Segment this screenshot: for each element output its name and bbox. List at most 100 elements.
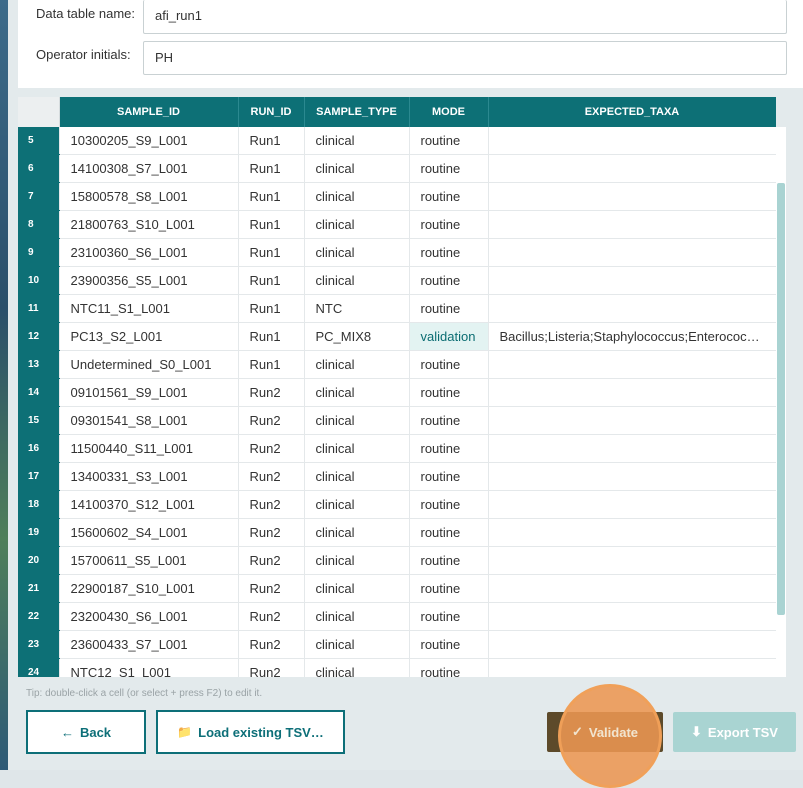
mode-cell[interactable]: routine bbox=[409, 182, 489, 211]
row-number[interactable]: 7 bbox=[18, 182, 60, 211]
sample-id-cell[interactable]: 13400331_S3_L001 bbox=[59, 462, 239, 491]
table-row[interactable]: 14 09101561_S9_L001 Run2 clinical routine bbox=[18, 378, 776, 407]
table-name-input[interactable]: afi_run1 bbox=[143, 0, 787, 34]
sample-type-cell[interactable]: clinical bbox=[304, 490, 410, 519]
validate-button-overlay-text[interactable]: ✓ Validate bbox=[547, 712, 663, 752]
table-row[interactable]: 20 15700611_S5_L001 Run2 clinical routine bbox=[18, 546, 776, 575]
sample-id-cell[interactable]: 23200430_S6_L001 bbox=[59, 602, 239, 631]
sample-type-cell[interactable]: clinical bbox=[304, 210, 410, 239]
sample-type-cell[interactable]: clinical bbox=[304, 518, 410, 547]
mode-cell[interactable]: routine bbox=[409, 602, 489, 631]
sample-id-cell[interactable]: Undetermined_S0_L001 bbox=[59, 350, 239, 379]
mode-cell[interactable]: routine bbox=[409, 630, 489, 659]
run-id-cell[interactable]: Run1 bbox=[238, 127, 305, 155]
operator-initials-input[interactable]: PH bbox=[143, 41, 787, 75]
table-row[interactable]: 16 11500440_S11_L001 Run2 clinical routine bbox=[18, 434, 776, 463]
sample-type-cell[interactable]: clinical bbox=[304, 658, 410, 677]
table-row[interactable]: 21 22900187_S10_L001 Run2 clinical routine bbox=[18, 574, 776, 603]
sample-type-cell[interactable]: clinical bbox=[304, 238, 410, 267]
expected-taxa-cell[interactable] bbox=[488, 490, 776, 519]
table-row[interactable]: 19 15600602_S4_L001 Run2 clinical routine bbox=[18, 518, 776, 547]
sample-id-cell[interactable]: 23100360_S6_L001 bbox=[59, 238, 239, 267]
row-number[interactable]: 12 bbox=[18, 322, 60, 351]
table-row[interactable]: 10 23900356_S5_L001 Run1 clinical routine bbox=[18, 266, 776, 295]
row-number[interactable]: 11 bbox=[18, 294, 60, 323]
sample-type-cell[interactable]: clinical bbox=[304, 630, 410, 659]
mode-cell[interactable]: routine bbox=[409, 154, 489, 183]
sample-type-cell[interactable]: clinical bbox=[304, 574, 410, 603]
row-number[interactable]: 16 bbox=[18, 434, 60, 463]
row-number[interactable]: 5 bbox=[18, 127, 60, 155]
row-number[interactable]: 14 bbox=[18, 378, 60, 407]
mode-cell[interactable]: routine bbox=[409, 127, 489, 155]
mode-cell[interactable]: routine bbox=[409, 574, 489, 603]
sample-type-cell[interactable]: clinical bbox=[304, 546, 410, 575]
sample-id-cell[interactable]: 15700611_S5_L001 bbox=[59, 546, 239, 575]
table-row[interactable]: 11 NTC11_S1_L001 Run1 NTC routine bbox=[18, 294, 776, 323]
sample-id-cell[interactable]: 09301541_S8_L001 bbox=[59, 406, 239, 435]
table-row[interactable]: 6 14100308_S7_L001 Run1 clinical routine bbox=[18, 154, 776, 183]
sample-id-cell[interactable]: NTC12_S1_L001 bbox=[59, 658, 239, 677]
column-header-sample-id[interactable]: SAMPLE_ID bbox=[59, 97, 239, 127]
run-id-cell[interactable]: Run2 bbox=[238, 434, 305, 463]
mode-cell[interactable]: routine bbox=[409, 378, 489, 407]
mode-cell[interactable]: validation bbox=[409, 322, 489, 351]
expected-taxa-cell[interactable] bbox=[488, 350, 776, 379]
run-id-cell[interactable]: Run1 bbox=[238, 350, 305, 379]
run-id-cell[interactable]: Run1 bbox=[238, 154, 305, 183]
expected-taxa-cell[interactable]: Bacillus;Listeria;Staphylococcus;Enteroc… bbox=[488, 322, 776, 351]
expected-taxa-cell[interactable] bbox=[488, 602, 776, 631]
table-row[interactable]: 5 10300205_S9_L001 Run1 clinical routine bbox=[18, 127, 776, 155]
run-id-cell[interactable]: Run2 bbox=[238, 462, 305, 491]
sample-type-cell[interactable]: clinical bbox=[304, 378, 410, 407]
sample-type-cell[interactable]: clinical bbox=[304, 602, 410, 631]
sample-type-cell[interactable]: clinical bbox=[304, 406, 410, 435]
column-header-expected-taxa[interactable]: EXPECTED_TAXA bbox=[488, 97, 776, 127]
run-id-cell[interactable]: Run2 bbox=[238, 406, 305, 435]
mode-cell[interactable]: routine bbox=[409, 490, 489, 519]
expected-taxa-cell[interactable] bbox=[488, 210, 776, 239]
table-row[interactable]: 13 Undetermined_S0_L001 Run1 clinical routin… bbox=[18, 350, 776, 379]
run-id-cell[interactable]: Run2 bbox=[238, 574, 305, 603]
table-row[interactable]: 23 23600433_S7_L001 Run2 clinical routine bbox=[18, 630, 776, 659]
back-button[interactable]: ← Back bbox=[26, 710, 146, 754]
row-number[interactable]: 6 bbox=[18, 154, 60, 183]
sample-type-cell[interactable]: clinical bbox=[304, 127, 410, 155]
sample-type-cell[interactable]: PC_MIX8 bbox=[304, 322, 410, 351]
table-row[interactable]: 24 NTC12_S1_L001 Run2 clinical routine bbox=[18, 658, 776, 677]
run-id-cell[interactable]: Run2 bbox=[238, 490, 305, 519]
expected-taxa-cell[interactable] bbox=[488, 630, 776, 659]
column-header-mode[interactable]: MODE bbox=[409, 97, 489, 127]
row-number[interactable]: 24 bbox=[18, 658, 60, 677]
mode-cell[interactable]: routine bbox=[409, 266, 489, 295]
expected-taxa-cell[interactable] bbox=[488, 518, 776, 547]
row-number[interactable]: 10 bbox=[18, 266, 60, 295]
expected-taxa-cell[interactable] bbox=[488, 546, 776, 575]
column-header-sample-type[interactable]: SAMPLE_TYPE bbox=[304, 97, 410, 127]
sample-id-cell[interactable]: 23600433_S7_L001 bbox=[59, 630, 239, 659]
run-id-cell[interactable]: Run2 bbox=[238, 518, 305, 547]
sample-type-cell[interactable]: NTC bbox=[304, 294, 410, 323]
table-row[interactable]: 17 13400331_S3_L001 Run2 clinical routine bbox=[18, 462, 776, 491]
sample-id-cell[interactable]: 15600602_S4_L001 bbox=[59, 518, 239, 547]
sample-type-cell[interactable]: clinical bbox=[304, 434, 410, 463]
sample-id-cell[interactable]: 09101561_S9_L001 bbox=[59, 378, 239, 407]
run-id-cell[interactable]: Run1 bbox=[238, 294, 305, 323]
table-row[interactable]: 12 PC13_S2_L001 Run1 PC_MIX8 validation Bacil… bbox=[18, 322, 776, 351]
mode-cell[interactable]: routine bbox=[409, 546, 489, 575]
mode-cell[interactable]: routine bbox=[409, 518, 489, 547]
expected-taxa-cell[interactable] bbox=[488, 294, 776, 323]
run-id-cell[interactable]: Run2 bbox=[238, 630, 305, 659]
sample-type-cell[interactable]: clinical bbox=[304, 182, 410, 211]
mode-cell[interactable]: routine bbox=[409, 406, 489, 435]
table-row[interactable]: 18 14100370_S12_L001 Run2 clinical routine bbox=[18, 490, 776, 519]
mode-cell[interactable]: routine bbox=[409, 238, 489, 267]
expected-taxa-cell[interactable] bbox=[488, 378, 776, 407]
run-id-cell[interactable]: Run2 bbox=[238, 658, 305, 677]
mode-cell[interactable]: routine bbox=[409, 294, 489, 323]
mode-cell[interactable]: routine bbox=[409, 434, 489, 463]
row-number[interactable]: 17 bbox=[18, 462, 60, 491]
mode-cell[interactable]: routine bbox=[409, 210, 489, 239]
expected-taxa-cell[interactable] bbox=[488, 462, 776, 491]
row-number[interactable]: 19 bbox=[18, 518, 60, 547]
